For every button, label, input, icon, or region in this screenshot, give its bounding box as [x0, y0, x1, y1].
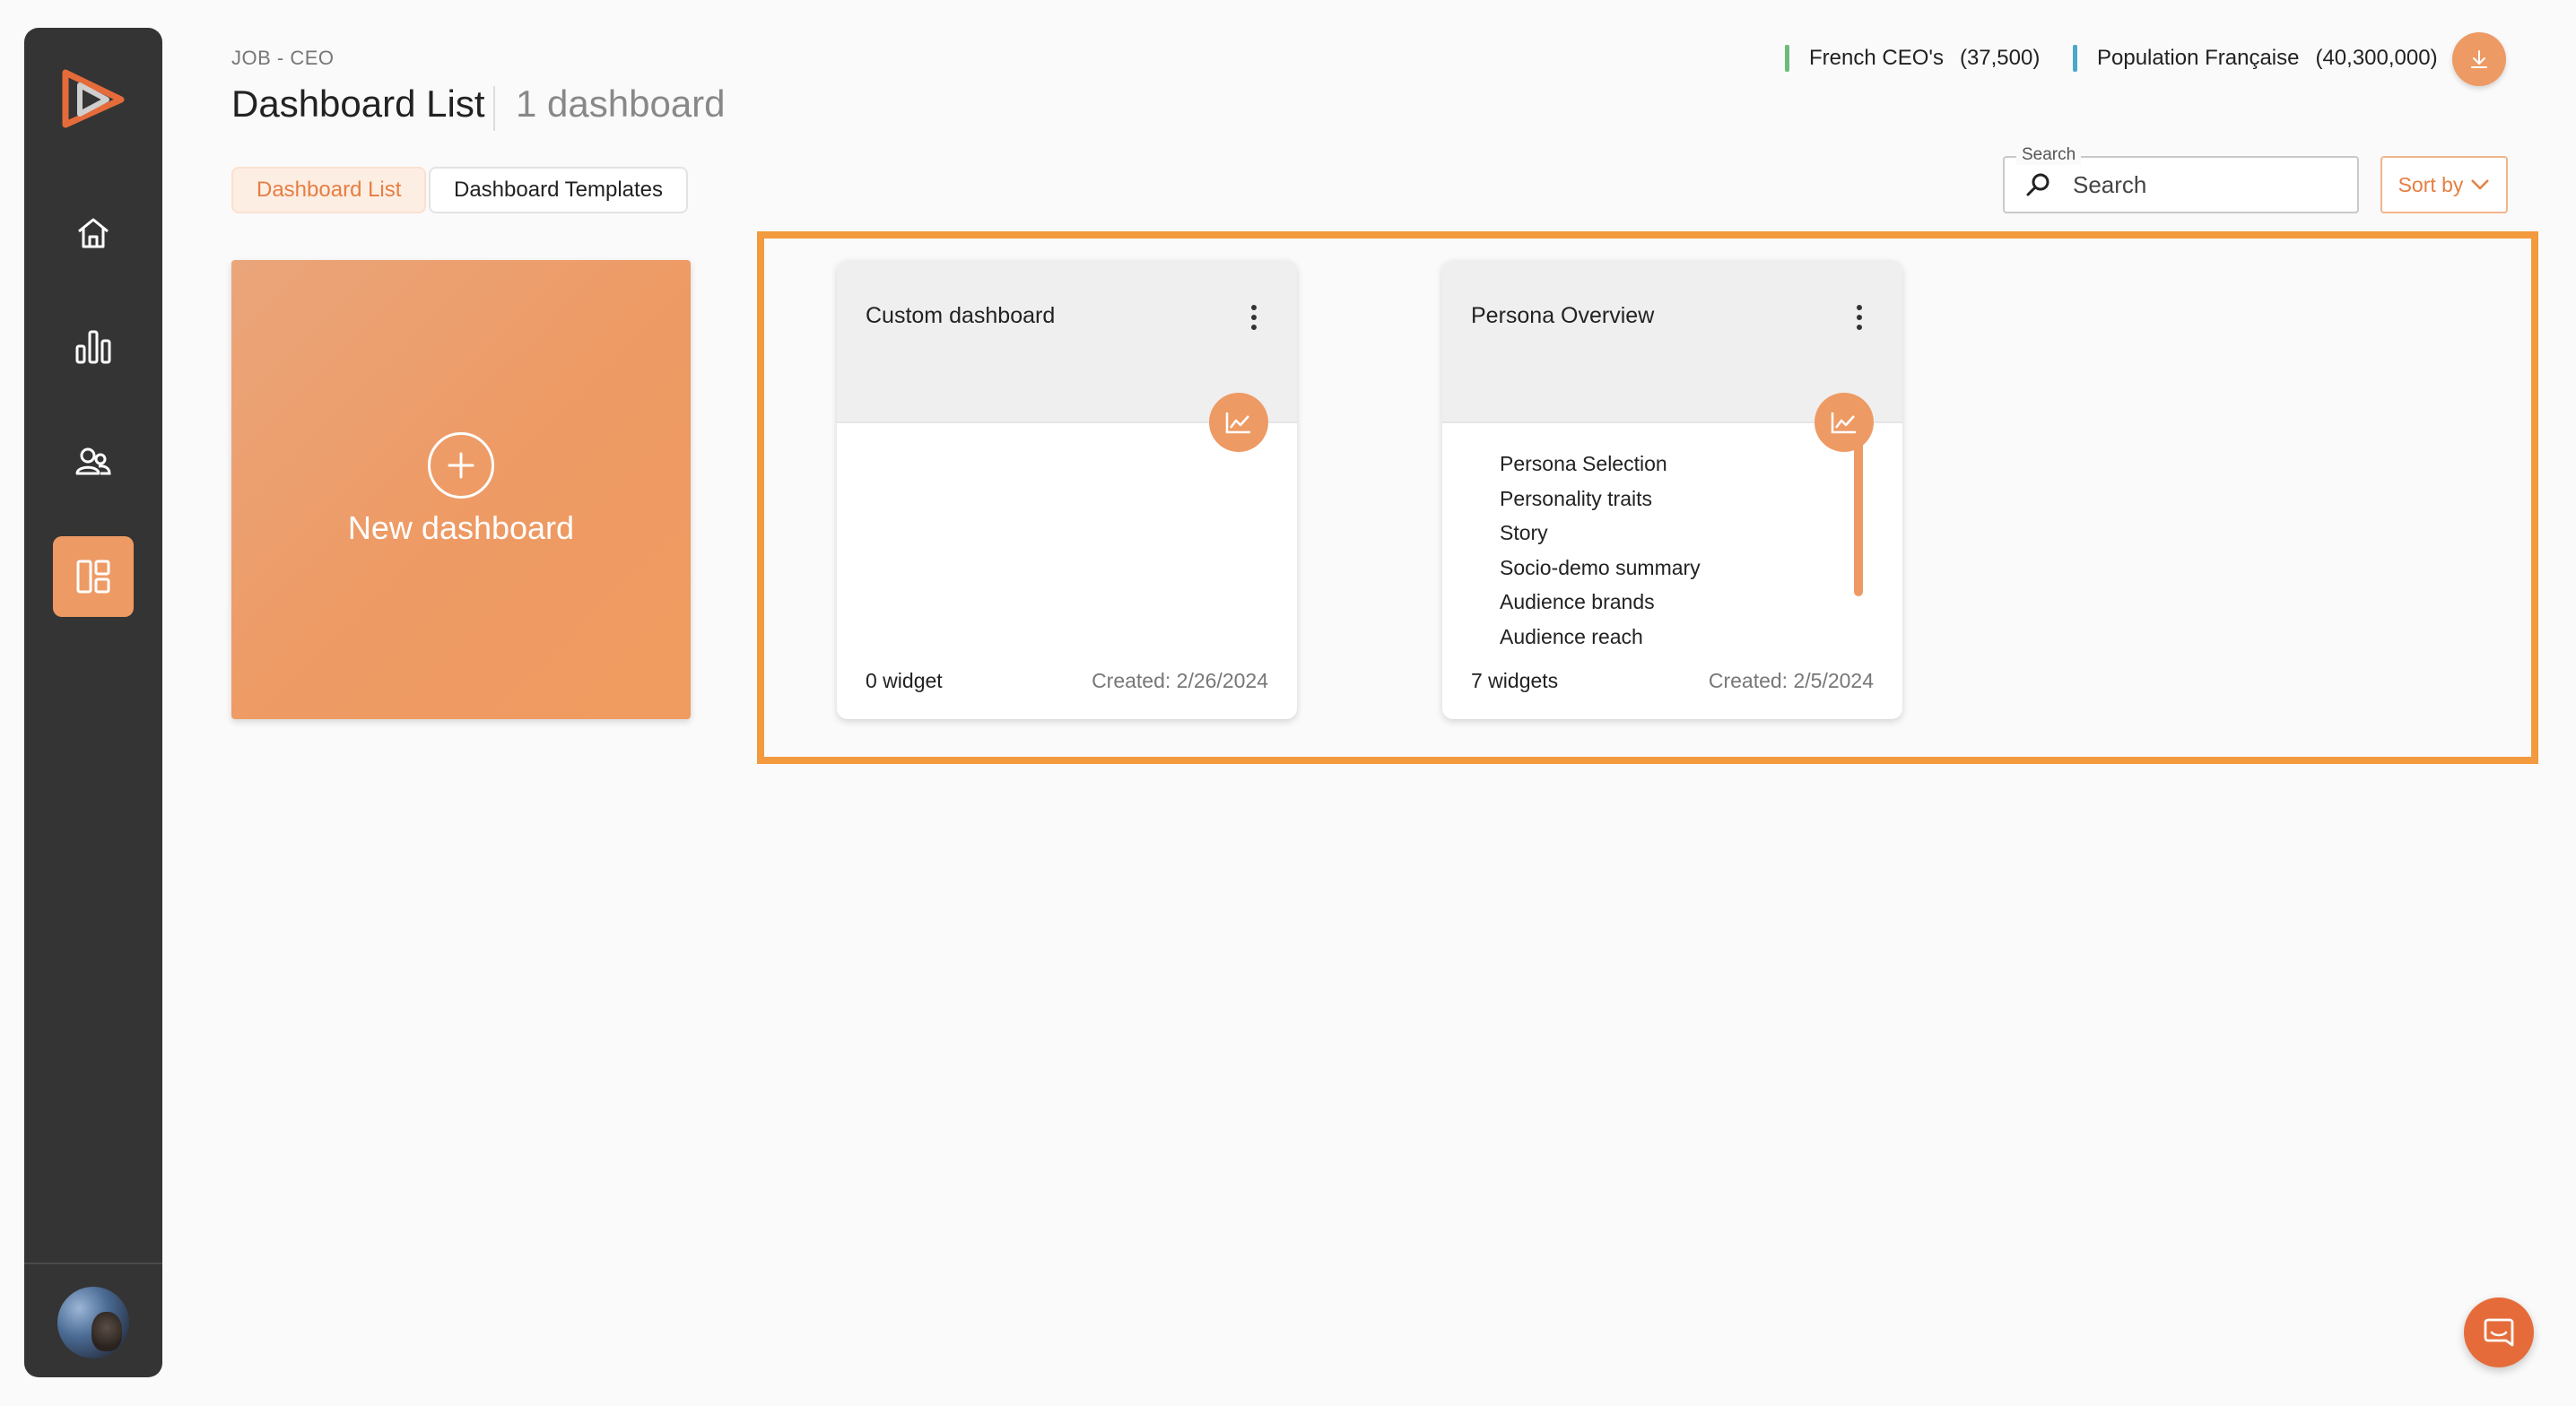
dashboard-count: 1 dashboard [516, 82, 726, 125]
chat-button[interactable] [2464, 1298, 2534, 1367]
nav-dashboards[interactable] [53, 536, 134, 617]
widget-count: 7 widgets [1471, 669, 1559, 692]
search-icon [2026, 173, 2049, 196]
sort-label: Sort by [2398, 172, 2464, 196]
legend-reference-audience: Population Française (40,300,000) [2073, 45, 2438, 72]
legend-label: Population Française [2097, 46, 2300, 70]
more-vertical-icon[interactable] [1245, 299, 1263, 335]
chat-icon [2484, 1318, 2514, 1347]
avatar[interactable] [57, 1287, 129, 1358]
list-item: Socio-demo summary [1500, 555, 1701, 579]
new-dashboard-button[interactable]: New dashboard [231, 260, 691, 719]
dashboard-card-persona-overview[interactable]: Persona Overview Persona Selection Perso… [1442, 260, 1902, 719]
search-label: Search [2016, 145, 2082, 165]
widget-count: 0 widget [866, 669, 943, 692]
legend-color-marker [1785, 45, 1789, 72]
legend-target-audience: French CEO's (37,500) [1785, 45, 2040, 72]
created-date: Created: 2/26/2024 [1092, 669, 1268, 692]
tab-dashboard-templates[interactable]: Dashboard Templates [429, 167, 689, 213]
nav-charts[interactable] [53, 307, 134, 387]
list-item: Audience reach [1500, 624, 1643, 648]
tab-dashboard-list[interactable]: Dashboard List [231, 167, 427, 213]
dashboard-card-custom[interactable]: Custom dashboard 0 widget Created: 2/26/… [837, 260, 1297, 719]
list-item: Persona Selection [1500, 452, 1667, 475]
legend-value: (40,300,000) [2315, 46, 2438, 70]
card-title: Persona Overview [1471, 303, 1655, 328]
list-item: Audience brands [1500, 590, 1655, 613]
bar-chart-icon [75, 330, 111, 364]
sort-button[interactable]: Sort by [2380, 156, 2508, 213]
plus-icon [428, 432, 494, 499]
list-item: Personality traits [1500, 486, 1653, 510]
breadcrumb: JOB - CEO [231, 47, 335, 69]
nav-audiences[interactable] [53, 421, 134, 502]
new-dashboard-label: New dashboard [347, 509, 575, 546]
sidebar-divider [24, 1263, 162, 1264]
home-icon [78, 218, 109, 248]
more-vertical-icon[interactable] [1850, 299, 1868, 335]
card-title: Custom dashboard [866, 303, 1056, 328]
legend-value: (37,500) [1959, 46, 2041, 70]
legend-label: French CEO's [1809, 46, 1944, 70]
download-button[interactable] [2452, 32, 2506, 86]
title-divider [493, 86, 495, 131]
scrollbar[interactable] [1854, 439, 1863, 596]
search-input[interactable] [2073, 170, 2342, 199]
chevron-down-icon [2471, 179, 2490, 190]
line-chart-icon [1209, 393, 1268, 452]
nav-home[interactable] [53, 193, 134, 273]
line-chart-icon [1815, 393, 1874, 452]
created-date: Created: 2/5/2024 [1708, 669, 1874, 692]
users-icon [75, 447, 111, 475]
sidebar [24, 28, 162, 1377]
legend-color-marker [2073, 45, 2077, 72]
list-item: Story [1500, 521, 1548, 544]
download-icon [2471, 50, 2487, 68]
app-logo-icon[interactable] [60, 67, 126, 130]
page-title: Dashboard List [231, 82, 485, 125]
widget-list: Persona Selection Personality traits Sto… [1500, 447, 1701, 654]
dashboard-icon [76, 560, 110, 594]
